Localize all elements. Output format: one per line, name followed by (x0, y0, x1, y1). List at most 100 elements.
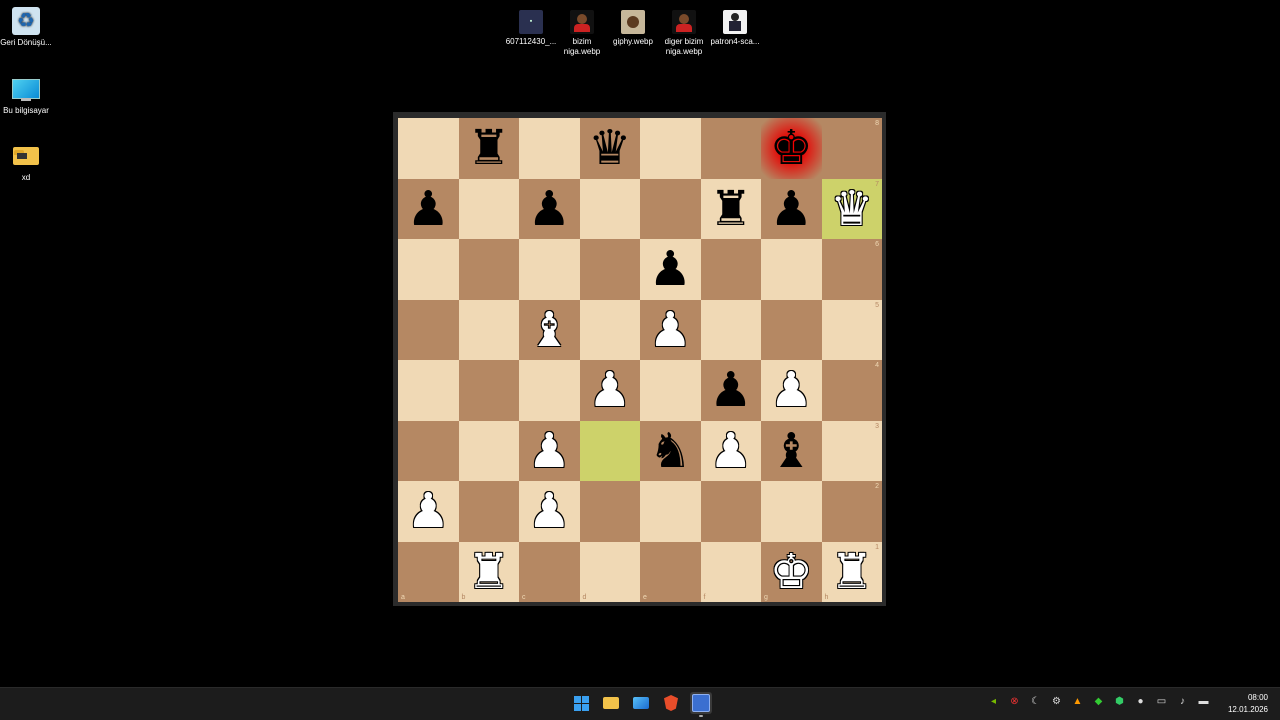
square-b3[interactable] (458, 420, 519, 481)
white-rook-piece[interactable]: ♜ (830, 548, 873, 596)
square-a4[interactable] (398, 360, 459, 421)
square-a1[interactable]: a (398, 541, 459, 602)
desktop-file-607112430[interactable]: ▪ 607112430_... (504, 10, 558, 47)
security-icon[interactable]: ⬢ (1113, 696, 1126, 707)
microphone-icon[interactable]: ● (1134, 696, 1147, 707)
square-e1[interactable]: e (640, 541, 701, 602)
square-b7[interactable] (458, 178, 519, 239)
square-e7[interactable] (640, 178, 701, 239)
square-f2[interactable] (700, 481, 761, 542)
square-d5[interactable] (579, 299, 640, 360)
square-h2[interactable]: 2 (821, 481, 882, 542)
square-c6[interactable] (519, 239, 580, 300)
start-button[interactable] (570, 692, 592, 714)
square-a6[interactable] (398, 239, 459, 300)
square-f3[interactable]: ♟ (700, 420, 761, 481)
square-c5[interactable]: ♝ (519, 299, 580, 360)
square-f5[interactable] (700, 299, 761, 360)
desktop-icon-xd-folder[interactable]: xd (0, 142, 52, 183)
black-knight-piece[interactable]: ♞ (649, 427, 692, 475)
square-a7[interactable]: ♟ (398, 178, 459, 239)
black-pawn-piece[interactable]: ♟ (407, 185, 450, 233)
taskbar-clock[interactable]: 08:00 12.01.2026 (1228, 692, 1268, 716)
black-rook-piece[interactable]: ♜ (467, 124, 510, 172)
desktop-file-bizim-niga[interactable]: bizim niga.webp (555, 10, 609, 57)
white-pawn-piece[interactable]: ♟ (528, 487, 571, 535)
black-pawn-piece[interactable]: ♟ (649, 245, 692, 293)
square-e4[interactable] (640, 360, 701, 421)
white-bishop-piece[interactable]: ♝ (528, 306, 571, 354)
square-a2[interactable]: ♟ (398, 481, 459, 542)
desktop-icon-recycle-bin[interactable]: ♻ Geri Dönüşü... (0, 7, 52, 48)
square-h1[interactable]: ♜ 1 h (821, 541, 882, 602)
desktop-file-patron4[interactable]: patron4-sca... (708, 10, 762, 47)
square-e6[interactable]: ♟ (640, 239, 701, 300)
gear-icon[interactable]: ⚙ (1050, 696, 1063, 707)
square-a5[interactable] (398, 299, 459, 360)
square-e8[interactable] (640, 118, 701, 179)
white-king-piece[interactable]: ♚ (770, 548, 813, 596)
network-icon[interactable]: ▭ (1155, 696, 1168, 707)
square-f4[interactable]: ♟ (700, 360, 761, 421)
white-pawn-piece[interactable]: ♟ (407, 487, 450, 535)
square-b6[interactable] (458, 239, 519, 300)
square-c7[interactable]: ♟ (519, 178, 580, 239)
steam-icon[interactable]: ⊗ (1008, 696, 1021, 707)
square-b4[interactable] (458, 360, 519, 421)
square-b2[interactable] (458, 481, 519, 542)
square-c8[interactable] (519, 118, 580, 179)
square-e3[interactable]: ♞ (640, 420, 701, 481)
square-h3[interactable]: 3 (821, 420, 882, 481)
square-g2[interactable] (761, 481, 822, 542)
black-king-piece[interactable]: ♚ (770, 124, 813, 172)
square-c3[interactable]: ♟ (519, 420, 580, 481)
square-d7[interactable] (579, 178, 640, 239)
desktop-icon-this-pc[interactable]: Bu bilgisayar (0, 75, 52, 116)
white-pawn-piece[interactable]: ♟ (528, 427, 571, 475)
moon-icon[interactable]: ☾ (1029, 696, 1042, 707)
square-h8[interactable]: 8 (821, 118, 882, 179)
square-g3[interactable]: ♝ (761, 420, 822, 481)
square-a8[interactable] (398, 118, 459, 179)
black-pawn-piece[interactable]: ♟ (528, 185, 571, 233)
file-explorer-button[interactable] (600, 692, 622, 714)
chess-board[interactable]: ♜ ♛ ♚ 8 ♟ ♟ ♜ ♟ ♛ 7 ♟ 6 ♝ ♟ 5 ♟ ♟ ♟ 4 ♟ ♞ ♟ ♝ 3 ♟ ♟ 2 a ♜ b c d e f ♚ g ♜ 1 h (398, 118, 882, 602)
square-h7[interactable]: ♛ 7 (821, 178, 882, 239)
square-d6[interactable] (579, 239, 640, 300)
square-f1[interactable]: f (700, 541, 761, 602)
square-d4[interactable]: ♟ (579, 360, 640, 421)
square-g4[interactable]: ♟ (761, 360, 822, 421)
square-g6[interactable] (761, 239, 822, 300)
app-tray-icon[interactable]: ▲ (1071, 696, 1084, 707)
square-b1[interactable]: ♜ b (458, 541, 519, 602)
square-g1[interactable]: ♚ g (761, 541, 822, 602)
white-pawn-piece[interactable]: ♟ (709, 427, 752, 475)
black-rook-piece[interactable]: ♜ (709, 185, 752, 233)
square-g7[interactable]: ♟ (761, 178, 822, 239)
square-h5[interactable]: 5 (821, 299, 882, 360)
square-f8[interactable] (700, 118, 761, 179)
black-queen-piece[interactable]: ♛ (588, 124, 631, 172)
black-pawn-piece[interactable]: ♟ (770, 185, 813, 233)
active-app-button[interactable] (690, 692, 712, 717)
square-h6[interactable]: 6 (821, 239, 882, 300)
nvidia-icon[interactable]: ◂ (987, 696, 1000, 707)
square-d8[interactable]: ♛ (579, 118, 640, 179)
shield-icon[interactable]: ◆ (1092, 696, 1105, 707)
square-d3[interactable] (579, 420, 640, 481)
black-pawn-piece[interactable]: ♟ (709, 366, 752, 414)
square-a3[interactable] (398, 420, 459, 481)
white-rook-piece[interactable]: ♜ (467, 548, 510, 596)
square-g8[interactable]: ♚ (761, 118, 822, 179)
square-c2[interactable]: ♟ (519, 481, 580, 542)
square-h4[interactable]: 4 (821, 360, 882, 421)
square-e2[interactable] (640, 481, 701, 542)
brave-browser-button[interactable] (660, 692, 682, 714)
battery-icon[interactable]: ▬ (1197, 696, 1210, 707)
square-f6[interactable] (700, 239, 761, 300)
square-g5[interactable] (761, 299, 822, 360)
white-pawn-piece[interactable]: ♟ (770, 366, 813, 414)
volume-icon[interactable]: ♪ (1176, 696, 1189, 707)
white-pawn-piece[interactable]: ♟ (588, 366, 631, 414)
square-c4[interactable] (519, 360, 580, 421)
